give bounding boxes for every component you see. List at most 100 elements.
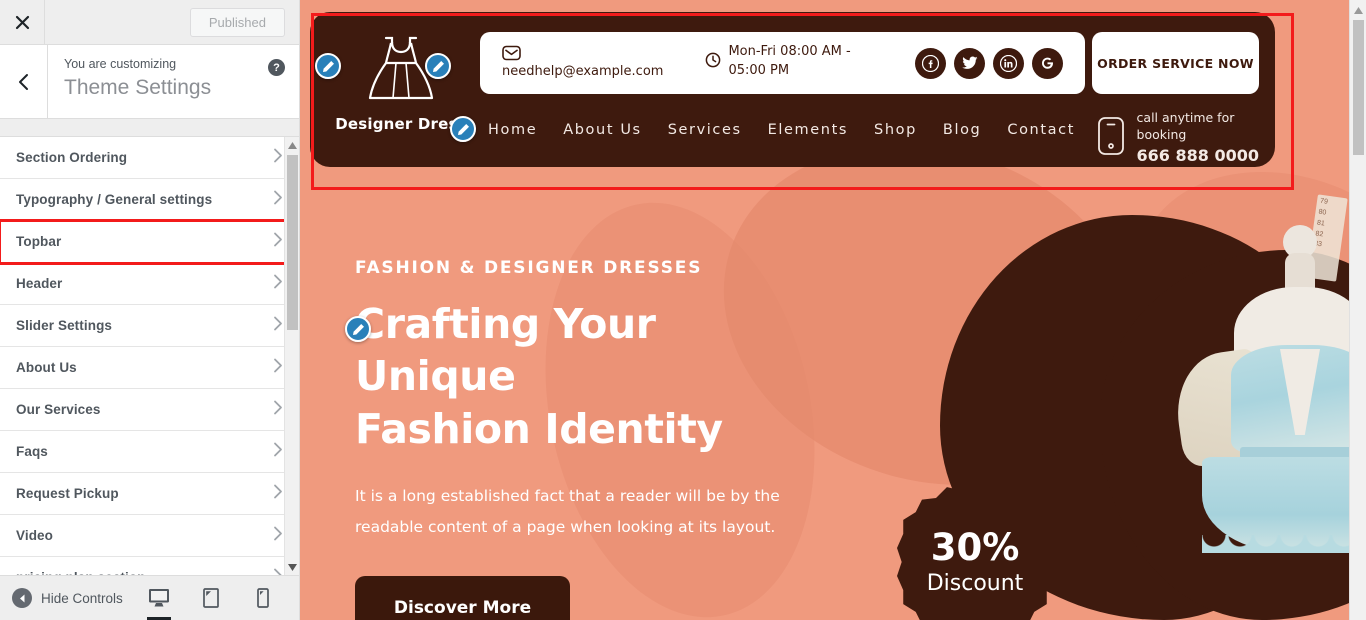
edit-hero-pencil-icon[interactable] <box>345 316 371 342</box>
edit-contact-pencil-icon[interactable] <box>425 53 451 79</box>
dress-skirt <box>1202 457 1366 553</box>
hero-title-line1: Crafting Your Unique <box>355 300 656 401</box>
scrollbar-thumb[interactable] <box>287 155 298 330</box>
site-preview: 79 80 81 82 83 Designer Dress needhelp@e… <box>300 0 1366 620</box>
sidebar-item-label: Header <box>16 276 63 291</box>
customizer-section-list: Section Ordering Typography / General se… <box>0 137 299 575</box>
tablet-icon[interactable] <box>195 583 227 613</box>
preview-scroll-up-icon[interactable] <box>1350 2 1366 18</box>
hero-section: FASHION & DESIGNER DRESSES Crafting Your… <box>345 258 825 620</box>
sidebar-item-request-pickup[interactable]: Request Pickup <box>0 473 299 515</box>
preview-scrollbar-thumb[interactable] <box>1353 20 1364 155</box>
main-navigation: Home About Us Services Elements Shop Blo… <box>488 122 1075 138</box>
sidebar-item-topbar[interactable]: Topbar <box>0 219 299 265</box>
chevron-right-icon <box>273 400 283 420</box>
sidebar-item-label: Video <box>16 528 54 543</box>
sidebar-item-pricing-plan-section[interactable]: pricing plan section <box>0 557 299 575</box>
phone-text: call anytime for booking 666 888 0000 <box>1137 110 1259 166</box>
site-logo[interactable]: Designer Dress <box>335 30 467 133</box>
chevron-right-icon <box>273 190 283 210</box>
customizer-panel-header: You are customizing Theme Settings ? <box>0 45 299 119</box>
preview-scrollbar[interactable] <box>1349 0 1366 620</box>
sidebar-item-typography[interactable]: Typography / General settings <box>0 179 299 221</box>
nav-item-blog[interactable]: Blog <box>943 122 981 138</box>
contact-info-card: needhelp@example.com Mon-Fri 08:00 AM - … <box>480 32 1085 94</box>
scroll-up-icon[interactable] <box>285 137 299 153</box>
discount-badge: 30% Discount <box>897 484 1053 620</box>
desktop-icon[interactable] <box>143 583 175 620</box>
customizer-topbar: Published <box>0 0 299 45</box>
chevron-right-icon <box>273 316 283 336</box>
page-title: Theme Settings <box>64 75 212 99</box>
hero-title: Crafting Your Unique Fashion Identity <box>355 298 825 455</box>
panel-header-body: You are customizing Theme Settings ? <box>48 45 299 118</box>
hero-eyebrow: FASHION & DESIGNER DRESSES <box>355 258 703 278</box>
edit-menu-pencil-icon[interactable] <box>450 116 476 142</box>
chevron-right-icon <box>273 484 283 504</box>
nav-item-about-us[interactable]: About Us <box>563 122 641 138</box>
mobile-phone-icon <box>1096 116 1126 161</box>
facebook-icon[interactable] <box>915 47 946 79</box>
google-icon[interactable] <box>1032 47 1063 79</box>
sidebar-item-label: Section Ordering <box>16 150 128 165</box>
hours-block: Mon-Fri 08:00 AM - 05:00 PM <box>705 43 870 83</box>
device-preview-group <box>143 583 287 620</box>
chevron-left-icon[interactable] <box>0 45 48 118</box>
sidebar-item-faqs[interactable]: Faqs <box>0 431 299 473</box>
sidebar-item-label: Our Services <box>16 402 101 417</box>
sidebar-item-label: Topbar <box>16 234 62 249</box>
order-service-button[interactable]: ORDER SERVICE NOW <box>1092 32 1259 94</box>
phone-number: 666 888 0000 <box>1136 145 1259 165</box>
close-icon[interactable] <box>0 0 45 44</box>
sidebar-scrollbar[interactable] <box>284 137 299 575</box>
chevron-right-icon <box>273 274 283 294</box>
scroll-down-icon[interactable] <box>285 559 299 575</box>
help-icon[interactable]: ? <box>268 59 285 76</box>
site-header: Designer Dress needhelp@example.com Mon-… <box>310 12 1294 190</box>
sidebar-item-label: About Us <box>16 360 77 375</box>
nav-item-services[interactable]: Services <box>668 122 742 138</box>
sidebar-item-label: Faqs <box>16 444 48 459</box>
phone-label: call anytime for booking <box>1136 110 1235 142</box>
customizer-sidebar: Published You are customizing Theme Sett… <box>0 0 300 620</box>
hide-controls-button[interactable]: Hide Controls <box>12 588 123 608</box>
mobile-icon[interactable] <box>247 583 279 613</box>
contact-hours: Mon-Fri 08:00 AM - 05:00 PM <box>728 44 851 78</box>
sidebar-item-our-services[interactable]: Our Services <box>0 389 299 431</box>
chevron-right-icon <box>273 442 283 462</box>
social-links <box>915 47 1063 79</box>
nav-item-home[interactable]: Home <box>488 122 537 138</box>
sidebar-item-label: Request Pickup <box>16 486 119 501</box>
mannequin-dress-image <box>1169 225 1366 555</box>
customizer-footer: Hide Controls <box>0 575 299 620</box>
discount-value: 30% <box>930 525 1020 569</box>
publish-button[interactable]: Published <box>189 7 285 37</box>
chevron-right-icon <box>273 526 283 546</box>
chevron-right-icon <box>273 148 283 168</box>
site-logo-name: Designer Dress <box>335 115 467 133</box>
email-block[interactable]: needhelp@example.com <box>502 45 663 82</box>
sidebar-item-slider-settings[interactable]: Slider Settings <box>0 305 299 347</box>
sidebar-item-label: Typography / General settings <box>16 192 213 207</box>
sidebar-item-video[interactable]: Video <box>0 515 299 557</box>
twitter-icon[interactable] <box>954 47 985 79</box>
chevron-right-icon <box>273 358 283 378</box>
hero-description: It is a long established fact that a rea… <box>355 487 780 536</box>
sidebar-item-header[interactable]: Header <box>0 263 299 305</box>
hero-title-line2: Fashion Identity <box>355 404 723 453</box>
discover-more-button[interactable]: Discover More <box>355 575 570 620</box>
collapse-icon <box>12 588 32 608</box>
sidebar-item-section-ordering[interactable]: Section Ordering <box>0 137 299 179</box>
linkedin-icon[interactable] <box>993 47 1024 79</box>
chevron-right-icon <box>273 568 283 575</box>
edit-logo-pencil-icon[interactable] <box>315 53 341 79</box>
sidebar-item-about-us[interactable]: About Us <box>0 347 299 389</box>
customizing-label: You are customizing <box>64 57 177 71</box>
nav-item-shop[interactable]: Shop <box>874 122 917 138</box>
phone-block[interactable]: call anytime for booking 666 888 0000 <box>1096 110 1259 166</box>
dress-hem-trim <box>1202 535 1366 553</box>
nav-item-elements[interactable]: Elements <box>768 122 848 138</box>
site-header-inner: Designer Dress needhelp@example.com Mon-… <box>310 12 1275 167</box>
nav-item-contact[interactable]: Contact <box>1007 122 1075 138</box>
